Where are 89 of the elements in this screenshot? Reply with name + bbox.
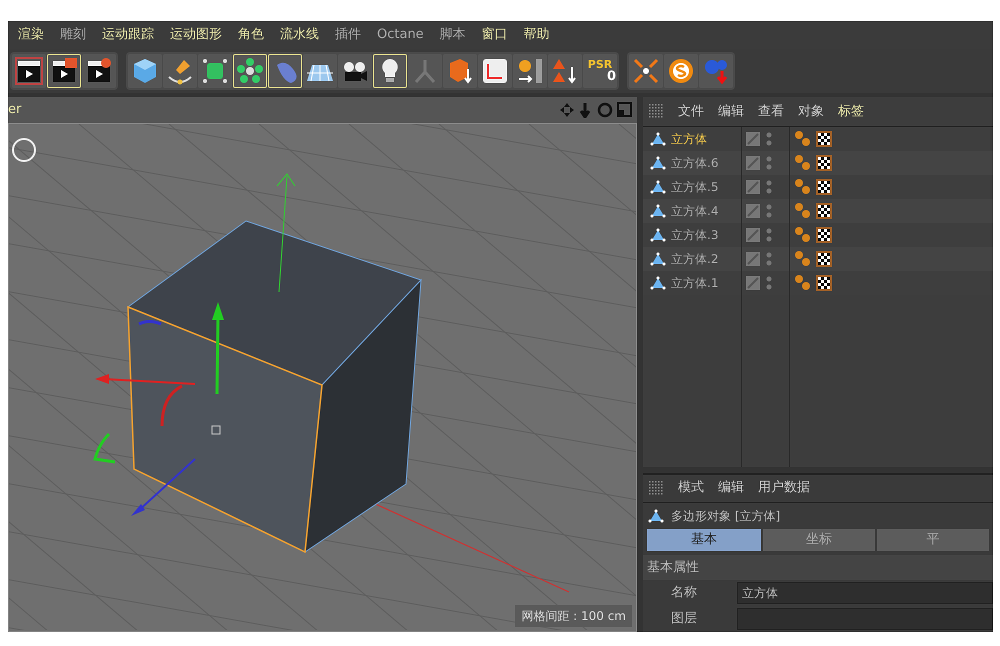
object-row[interactable]: 立方体.6 — [643, 151, 993, 175]
visibility-dots-icon — [766, 155, 772, 171]
snap-arrows-icon — [632, 57, 660, 85]
clapperboard-icon — [50, 57, 78, 85]
menu-item[interactable]: Octane — [369, 25, 432, 45]
object-name: 立方体 — [671, 131, 707, 148]
visibility-dots-icon — [766, 179, 772, 195]
pen-icon — [166, 57, 194, 85]
menu-item[interactable]: 标签 — [838, 102, 864, 122]
grip-icon — [649, 104, 664, 119]
object-name: 立方体.2 — [671, 251, 718, 268]
material-spheres-icon — [794, 154, 812, 172]
spheres-arrow-icon — [702, 57, 730, 85]
visibility-dots-icon — [766, 131, 772, 147]
menu-item[interactable]: 对象 — [798, 102, 824, 122]
object-name: 立方体.3 — [671, 227, 718, 244]
polygon-object-icon — [649, 179, 667, 195]
polygon-object-icon — [649, 227, 667, 243]
material-spheres-icon — [794, 130, 812, 148]
material-spheres-icon — [794, 226, 812, 244]
menu-item[interactable]: 流水线 — [272, 25, 327, 45]
layer-icon — [746, 132, 760, 146]
material-spheres-icon — [794, 274, 812, 292]
object-row[interactable]: 立方体.2 — [643, 247, 993, 271]
polygon-object-icon — [647, 508, 665, 524]
object-name: 立方体.6 — [671, 155, 718, 172]
visibility-dots-icon — [766, 227, 772, 243]
object-name: 立方体.1 — [671, 275, 718, 292]
polygon-object-icon — [649, 203, 667, 219]
spheres-cluster-icon — [236, 57, 264, 85]
material-spheres-icon — [794, 202, 812, 220]
tab[interactable]: 基本 — [647, 528, 761, 550]
polygon-object-icon — [649, 275, 667, 291]
input-field[interactable] — [737, 608, 993, 630]
layer-icon — [746, 156, 760, 170]
axis-frame-icon — [481, 57, 509, 85]
object-title: 多边形对象 [立方体] — [671, 508, 780, 524]
s-logo-icon — [667, 57, 695, 85]
menu-item[interactable]: 渲染 — [10, 25, 52, 45]
menu-item[interactable]: 运动跟踪 — [94, 25, 162, 45]
visibility-dots-icon — [766, 251, 772, 267]
menu-item[interactable]: 帮助 — [516, 25, 558, 45]
layer-icon — [746, 228, 760, 242]
menu-item[interactable]: 编辑 — [718, 478, 744, 498]
checker-texture-icon — [816, 227, 832, 243]
viewport-title: er — [8, 101, 22, 120]
polygon-object-icon — [649, 155, 667, 171]
menu-item[interactable]: 插件 — [327, 25, 369, 45]
circle-icon — [12, 138, 36, 162]
menu-item[interactable]: 文件 — [678, 102, 704, 122]
material-spheres-icon — [794, 250, 812, 268]
input-field[interactable]: 立方体 — [737, 582, 993, 604]
sphere-axes-icon — [516, 57, 544, 85]
checker-texture-icon — [816, 203, 832, 219]
layer-icon — [746, 252, 760, 266]
menu-item[interactable]: 角色 — [230, 25, 272, 45]
layer-icon — [746, 180, 760, 194]
section-header: 基本属性 — [643, 554, 993, 580]
psr-button[interactable]: PSR 0 — [583, 54, 617, 88]
grip-icon — [649, 480, 664, 496]
polygon-object-icon — [649, 131, 667, 147]
menu-item[interactable]: 窗口 — [474, 25, 516, 45]
menu-item[interactable]: 雕刻 — [52, 25, 94, 45]
menu-item[interactable]: 脚本 — [432, 25, 474, 45]
menu-item[interactable]: 模式 — [678, 478, 704, 498]
clapperboard-gear-icon — [85, 57, 113, 85]
menu-item[interactable]: 编辑 — [718, 102, 744, 122]
checker-texture-icon — [816, 275, 832, 291]
grid-spacing-label: 网格间距 : 100 cm — [515, 605, 632, 627]
viewport-nav-icon — [559, 102, 633, 118]
field-label: 图层 — [671, 610, 698, 628]
checker-texture-icon — [816, 155, 832, 171]
clapperboard-icon — [15, 57, 43, 85]
material-spheres-icon — [794, 178, 812, 196]
object-name: 立方体.5 — [671, 179, 718, 196]
layer-icon — [746, 204, 760, 218]
checker-texture-icon — [816, 131, 832, 147]
polygon-object-icon — [649, 251, 667, 267]
object-name: 立方体.4 — [671, 203, 718, 220]
checker-texture-icon — [816, 179, 832, 195]
menu-item[interactable]: 运动图形 — [162, 25, 230, 45]
layer-icon — [746, 276, 760, 290]
menu-item[interactable]: 查看 — [758, 102, 784, 122]
menu-item[interactable]: 用户数据 — [758, 478, 810, 498]
field-label: 名称 — [671, 584, 698, 602]
object-row[interactable]: 立方体.4 — [643, 199, 993, 223]
visibility-dots-icon — [766, 203, 772, 219]
checker-texture-icon — [816, 251, 832, 267]
visibility-dots-icon — [766, 275, 772, 291]
